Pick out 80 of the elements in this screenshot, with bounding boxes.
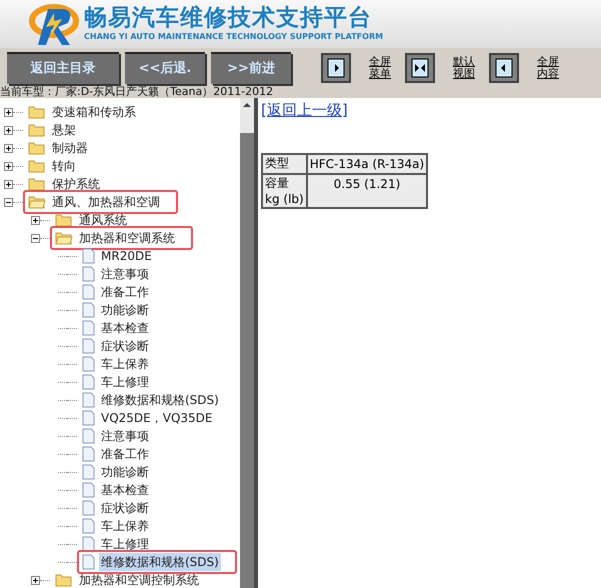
page-icon <box>82 302 95 318</box>
nav-button[interactable]: 返回主目录 <box>7 52 119 84</box>
expand-icon[interactable] <box>4 180 13 188</box>
tree-item[interactable]: 功能诊断 <box>99 463 151 481</box>
site-title: 畅易汽车维修技术支持平台 <box>84 5 373 31</box>
view-toggle-button[interactable] <box>489 53 519 83</box>
current-model-text: 当前车型：厂家:D-东风日产天籁（Teana）2011-2012 <box>0 84 274 100</box>
expand-icon[interactable] <box>31 216 40 224</box>
tree-item[interactable]: 保护系统 <box>50 175 102 193</box>
folder-icon <box>28 123 46 137</box>
expand-icon[interactable] <box>4 126 13 134</box>
page-icon <box>82 554 95 570</box>
folder-icon <box>28 177 46 191</box>
open-folder-icon <box>55 231 73 245</box>
page-icon <box>82 248 95 264</box>
tree-item[interactable]: 转向 <box>50 157 78 175</box>
page-icon <box>82 536 95 552</box>
tree-item[interactable]: 车上保养 <box>99 517 151 535</box>
folder-icon <box>55 213 73 227</box>
page-icon <box>82 518 95 534</box>
tree-item[interactable]: MR20DE <box>99 247 154 265</box>
folder-icon <box>28 105 46 119</box>
page-icon <box>82 320 95 336</box>
tree-item[interactable]: 通风系统 <box>77 211 129 229</box>
page-icon <box>82 464 95 480</box>
expand-icon[interactable] <box>4 162 13 170</box>
folder-icon <box>28 159 46 173</box>
page-icon <box>82 482 95 498</box>
view-link[interactable]: 全屏 菜单 <box>369 56 391 80</box>
view-toggle-button[interactable] <box>321 53 351 83</box>
tree-item[interactable]: VQ25DE，VQ35DE <box>99 409 214 427</box>
page-icon <box>82 284 95 300</box>
page-icon <box>82 356 95 372</box>
page-icon <box>82 410 95 426</box>
view-link[interactable]: 默认 视图 <box>453 56 475 80</box>
page-icon <box>82 428 95 444</box>
table-cell: 容量 kg (lb) <box>262 174 307 208</box>
tree-item[interactable]: 维修数据和规格(SDS) <box>99 553 221 571</box>
expand-icon[interactable] <box>4 108 13 116</box>
tree-item[interactable]: 功能诊断 <box>99 301 151 319</box>
tree-item[interactable]: 注意事项 <box>99 265 151 283</box>
site-subtitle: CHANG YI AUTO MAINTENANCE TECHNOLOGY SUPPORT PLATFORM <box>84 31 384 43</box>
page-icon <box>82 374 95 390</box>
expand-icon[interactable] <box>4 144 13 152</box>
tree-item[interactable]: 加热器和空调系统 <box>77 229 177 247</box>
open-folder-icon <box>28 195 46 209</box>
tree-item[interactable]: 车上修理 <box>99 535 151 553</box>
table-cell: 0.55 (1.21) <box>306 174 428 208</box>
table-cell: HFC-134a (R-134a) <box>306 154 428 174</box>
tree-item[interactable]: 通风、加热器和空调 <box>50 193 162 211</box>
tree-item[interactable]: 加热器和空调控制系统 <box>77 571 201 588</box>
tree-item[interactable]: 准备工作 <box>99 283 151 301</box>
folder-icon <box>28 141 46 155</box>
tree-item[interactable]: 症状诊断 <box>99 337 151 355</box>
tree-item[interactable]: 车上修理 <box>99 373 151 391</box>
nav-button[interactable]: >>前进 <box>211 52 291 84</box>
page-icon <box>82 266 95 282</box>
folder-icon <box>55 573 73 587</box>
table-cell: 类型 <box>262 154 307 174</box>
tree-item[interactable]: 车上保养 <box>99 355 151 373</box>
page-icon <box>82 500 95 516</box>
page-icon <box>82 338 95 354</box>
tree-item[interactable]: 变速箱和传动系 <box>50 103 138 121</box>
tree-item[interactable]: 维修数据和规格(SDS) <box>99 391 221 409</box>
tree-item[interactable]: 基本检查 <box>99 481 151 499</box>
tree-item[interactable]: 注意事项 <box>99 427 151 445</box>
expand-icon[interactable] <box>31 576 40 584</box>
view-link[interactable]: 全屏 内容 <box>537 56 559 80</box>
back-link[interactable]: [返回上一级] <box>261 99 348 122</box>
tree-item[interactable]: 准备工作 <box>99 445 151 463</box>
tree-item[interactable]: 基本检查 <box>99 319 151 337</box>
tree-item[interactable]: 症状诊断 <box>99 499 151 517</box>
nav-button[interactable]: <<后退. <box>125 52 205 84</box>
view-toggle-button[interactable] <box>405 53 435 83</box>
page-icon <box>82 446 95 462</box>
tree-item[interactable]: 制动器 <box>50 139 90 157</box>
tree-item[interactable]: 悬架 <box>50 121 78 139</box>
collapse-icon[interactable] <box>31 234 40 242</box>
collapse-icon[interactable] <box>4 198 13 206</box>
page-icon <box>82 392 95 408</box>
